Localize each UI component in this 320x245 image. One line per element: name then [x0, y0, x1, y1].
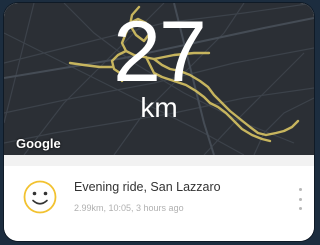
ride-details: 2.99km, 10:05, 3 hours ago	[74, 203, 184, 213]
ride-title: Evening ride, San Lazzaro	[74, 180, 221, 194]
map-attribution: Google	[16, 136, 61, 151]
route-map[interactable]: 27 km Google	[4, 3, 314, 155]
menu-dot	[298, 207, 302, 210]
distance-unit: km	[140, 92, 178, 123]
menu-dot	[298, 197, 302, 201]
menu-dot	[298, 188, 302, 191]
distance-value: 27	[113, 4, 207, 100]
smiley-face-icon	[22, 179, 58, 220]
ride-card[interactable]: 27 km Google Evening ride, San Lazzaro 2…	[4, 3, 314, 241]
divider	[4, 155, 314, 166]
ride-list-item[interactable]: Evening ride, San Lazzaro 2.99km, 10:05,…	[4, 166, 314, 241]
more-vertical-icon[interactable]	[294, 188, 306, 210]
